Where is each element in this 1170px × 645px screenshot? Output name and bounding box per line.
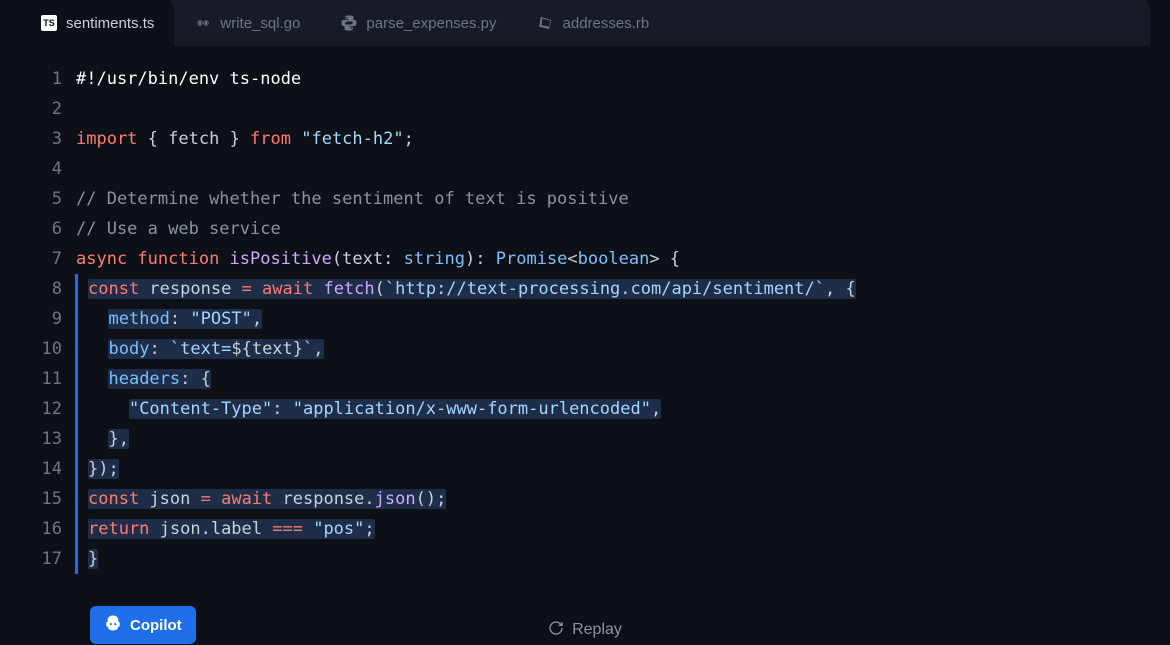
python-icon bbox=[340, 14, 358, 32]
code-line: 9 method: "POST", bbox=[20, 304, 1150, 334]
line-number: 15 bbox=[20, 484, 76, 514]
code-editor[interactable]: 1 #!/usr/bin/env ts-node 2 3 import { fe… bbox=[20, 46, 1150, 624]
code-content: headers: { bbox=[76, 364, 1150, 394]
tab-label: parse_expenses.py bbox=[366, 15, 496, 32]
code-content: body: `text=${text}`, bbox=[76, 334, 1150, 364]
tab-label: addresses.rb bbox=[563, 15, 650, 32]
code-line: 3 import { fetch } from "fetch-h2"; bbox=[20, 124, 1150, 154]
typescript-icon: TS bbox=[40, 14, 58, 32]
line-number: 7 bbox=[20, 244, 76, 274]
code-content: }, bbox=[76, 424, 1150, 454]
code-line: 5 // Determine whether the sentiment of … bbox=[20, 184, 1150, 214]
code-content: async function isPositive(text: string):… bbox=[76, 244, 1150, 274]
code-content: } bbox=[76, 544, 1150, 574]
line-number: 13 bbox=[20, 424, 76, 454]
copilot-label: Copilot bbox=[130, 617, 182, 634]
code-content: const json = await response.json(); bbox=[76, 484, 1150, 514]
code-content: import { fetch } from "fetch-h2"; bbox=[76, 124, 1150, 154]
code-content: return json.label === "pos"; bbox=[76, 514, 1150, 544]
line-number: 9 bbox=[20, 304, 76, 334]
code-line: 14 }); bbox=[20, 454, 1150, 484]
tab-bar: TS sentiments.ts write_sql.go parse_expe… bbox=[20, 0, 1150, 46]
tab-parse-expenses[interactable]: parse_expenses.py bbox=[320, 0, 516, 46]
code-content: // Use a web service bbox=[76, 214, 1150, 244]
tab-label: write_sql.go bbox=[220, 15, 300, 32]
code-line: 6 // Use a web service bbox=[20, 214, 1150, 244]
code-line: 2 bbox=[20, 94, 1150, 124]
code-line: 16 return json.label === "pos"; bbox=[20, 514, 1150, 544]
line-number: 12 bbox=[20, 394, 76, 424]
line-number: 11 bbox=[20, 364, 76, 394]
copilot-badge[interactable]: Copilot bbox=[90, 606, 196, 644]
copilot-icon bbox=[104, 614, 122, 636]
code-content: method: "POST", bbox=[76, 304, 1150, 334]
code-content: // Determine whether the sentiment of te… bbox=[76, 184, 1150, 214]
line-number: 16 bbox=[20, 514, 76, 544]
code-content bbox=[76, 94, 1150, 124]
code-content: }); bbox=[76, 454, 1150, 484]
code-line: 13 }, bbox=[20, 424, 1150, 454]
code-content bbox=[76, 154, 1150, 184]
tab-addresses[interactable]: addresses.rb bbox=[517, 0, 670, 46]
code-line: 15 const json = await response.json(); bbox=[20, 484, 1150, 514]
line-number: 6 bbox=[20, 214, 76, 244]
code-content: const response = await fetch(`http://tex… bbox=[76, 274, 1150, 304]
code-line: 10 body: `text=${text}`, bbox=[20, 334, 1150, 364]
tab-label: sentiments.ts bbox=[66, 15, 154, 32]
code-line: 7 async function isPositive(text: string… bbox=[20, 244, 1150, 274]
line-number: 14 bbox=[20, 454, 76, 484]
code-line: 17 } bbox=[20, 544, 1150, 574]
line-number: 1 bbox=[20, 64, 76, 94]
code-line: 12 "Content-Type": "application/x-www-fo… bbox=[20, 394, 1150, 424]
replay-icon bbox=[548, 620, 564, 641]
code-line: 1 #!/usr/bin/env ts-node bbox=[20, 64, 1150, 94]
replay-label: Replay bbox=[572, 621, 622, 639]
line-number: 17 bbox=[20, 544, 76, 574]
line-number: 4 bbox=[20, 154, 76, 184]
ruby-icon bbox=[537, 14, 555, 32]
code-line: 4 bbox=[20, 154, 1150, 184]
line-number: 3 bbox=[20, 124, 76, 154]
code-line: 8 const response = await fetch(`http://t… bbox=[20, 274, 1150, 304]
line-number: 10 bbox=[20, 334, 76, 364]
line-number: 5 bbox=[20, 184, 76, 214]
code-line: 11 headers: { bbox=[20, 364, 1150, 394]
editor-window: TS sentiments.ts write_sql.go parse_expe… bbox=[20, 0, 1150, 624]
line-number: 8 bbox=[20, 274, 76, 304]
go-icon bbox=[194, 14, 212, 32]
tab-write-sql[interactable]: write_sql.go bbox=[174, 0, 320, 46]
code-content: "Content-Type": "application/x-www-form-… bbox=[76, 394, 1150, 424]
line-number: 2 bbox=[20, 94, 76, 124]
tab-sentiments[interactable]: TS sentiments.ts bbox=[20, 0, 174, 46]
code-content: #!/usr/bin/env ts-node bbox=[76, 64, 1150, 94]
